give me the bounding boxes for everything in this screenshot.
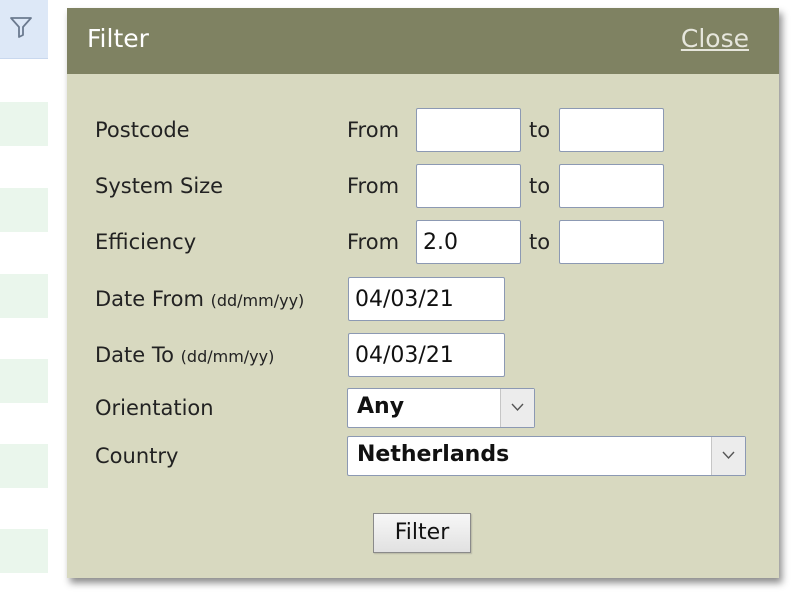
filter-funnel-icon bbox=[10, 17, 32, 38]
efficiency-from-label: From bbox=[347, 230, 400, 254]
system-size-from-label: From bbox=[347, 174, 400, 198]
postcode-to-input[interactable] bbox=[559, 108, 664, 152]
background-row bbox=[0, 359, 48, 403]
close-link[interactable]: Close bbox=[681, 24, 749, 53]
background-row bbox=[0, 444, 48, 488]
filter-dialog: Filter Close Postcode From to System Siz… bbox=[67, 8, 779, 578]
background-row bbox=[0, 529, 48, 573]
date-to-label-text: Date To bbox=[95, 343, 174, 367]
orientation-selected-value: Any bbox=[357, 394, 405, 419]
efficiency-from-input[interactable] bbox=[416, 220, 521, 264]
chevron-down-icon bbox=[511, 403, 524, 412]
date-to-format-hint: (dd/mm/yy) bbox=[180, 347, 275, 366]
date-from-label-text: Date From bbox=[95, 287, 204, 311]
background-row bbox=[0, 188, 48, 232]
efficiency-label: Efficiency bbox=[95, 230, 197, 254]
date-to-input[interactable] bbox=[348, 333, 505, 377]
country-label: Country bbox=[95, 444, 179, 468]
dialog-title: Filter bbox=[87, 24, 149, 53]
postcode-from-label: From bbox=[347, 118, 400, 142]
background-page bbox=[0, 0, 48, 600]
postcode-from-input[interactable] bbox=[416, 108, 521, 152]
dialog-header: Filter Close bbox=[67, 8, 779, 74]
system-size-from-input[interactable] bbox=[416, 164, 521, 208]
date-from-label: Date From (dd/mm/yy) bbox=[95, 287, 304, 311]
efficiency-to-input[interactable] bbox=[559, 220, 664, 264]
efficiency-to-label: to bbox=[529, 230, 551, 254]
system-size-label: System Size bbox=[95, 174, 224, 198]
orientation-dropdown-button[interactable] bbox=[500, 389, 534, 427]
orientation-label: Orientation bbox=[95, 396, 214, 420]
country-selected-value: Netherlands bbox=[357, 442, 510, 467]
background-row bbox=[0, 102, 48, 146]
filter-submit-button[interactable]: Filter bbox=[373, 513, 471, 553]
background-row bbox=[0, 274, 48, 318]
system-size-to-input[interactable] bbox=[559, 164, 664, 208]
country-dropdown-button[interactable] bbox=[711, 437, 745, 475]
filter-toggle-button[interactable] bbox=[0, 0, 48, 59]
orientation-select[interactable]: Any bbox=[347, 388, 535, 428]
date-to-label: Date To (dd/mm/yy) bbox=[95, 343, 274, 367]
date-from-input[interactable] bbox=[348, 277, 505, 321]
system-size-to-label: to bbox=[529, 174, 551, 198]
date-from-format-hint: (dd/mm/yy) bbox=[210, 291, 305, 310]
postcode-to-label: to bbox=[529, 118, 551, 142]
country-select[interactable]: Netherlands bbox=[347, 436, 746, 476]
chevron-down-icon bbox=[722, 451, 735, 460]
postcode-label: Postcode bbox=[95, 118, 190, 142]
